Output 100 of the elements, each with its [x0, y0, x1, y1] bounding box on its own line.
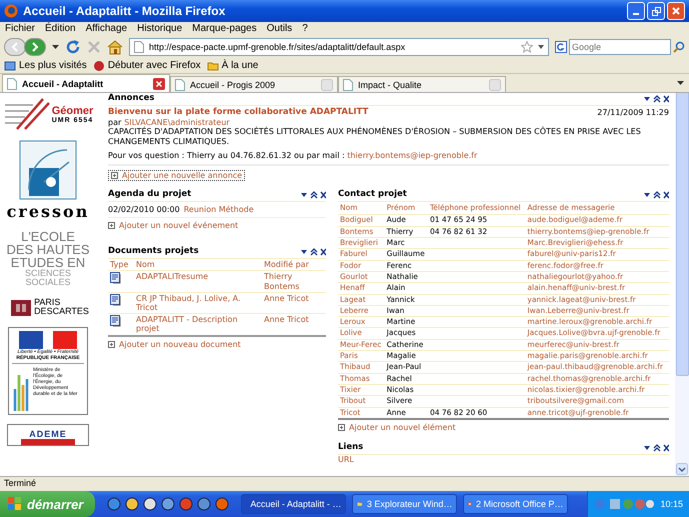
- plus-box-icon: [108, 222, 115, 230]
- announcement-text: CAPACITÉS D'ADAPTATION DES SOCIÉTÉS LITTORALES AUX PHÉNOMÈNES D'ÉROSION – SUBMERSION DES CÔTES EN PRISE AVEC LES CHANGEMENTS CLIMATIQUES.: [108, 126, 642, 147]
- logo-text: cresson: [6, 202, 90, 221]
- add-link[interactable]: Ajouter un nouvel élément: [338, 422, 456, 432]
- minimize-button[interactable]: [627, 2, 645, 20]
- search-icon[interactable]: [673, 41, 685, 53]
- menu-item[interactable]: Outils: [266, 23, 292, 35]
- quick-launch-icon[interactable]: [143, 497, 158, 511]
- bookmark-link[interactable]: Débuter avec Firefox: [92, 60, 201, 72]
- document-icon[interactable]: [110, 272, 122, 284]
- logo-text: SOCIALES: [25, 278, 70, 287]
- menu-item[interactable]: Historique: [137, 23, 182, 35]
- bookmark-folder-icon: [4, 60, 16, 72]
- document-link[interactable]: ADAPTALITT - Description projet: [136, 315, 260, 334]
- document-link[interactable]: CR JP Thibaud, J. Lolive, A. Tricot: [136, 294, 260, 312]
- add-link[interactable]: Ajouter une nouvelle annonce: [108, 170, 246, 182]
- document-icon[interactable]: [110, 294, 122, 306]
- search-field[interactable]: Google: [569, 39, 671, 55]
- table-cell: Anne Tricot: [262, 314, 326, 336]
- close-button[interactable]: [667, 2, 685, 20]
- circle-icon: [92, 60, 105, 72]
- bookmark-link[interactable]: À la une: [206, 60, 258, 72]
- window-title: Accueil - Adaptalitt - Mozilla Firefox: [23, 4, 226, 18]
- windows-logo-icon: [8, 497, 22, 511]
- back-button[interactable]: [4, 38, 26, 56]
- logo-text: DES HAUTES: [6, 243, 90, 256]
- logo-text: L'ECOLE: [21, 230, 75, 243]
- document-icon[interactable]: [110, 315, 122, 328]
- start-button[interactable]: démarrer: [0, 491, 96, 517]
- scroll-down-icon[interactable]: [676, 463, 688, 475]
- table-cell: Anne Tricot: [262, 292, 326, 314]
- taskbar-button[interactable]: 3 Explorateur Wind…: [352, 494, 458, 514]
- logo-text: ETUDES EN: [10, 256, 86, 269]
- scrollbar[interactable]: [675, 93, 689, 476]
- announcement-title[interactable]: Bienvenu sur la plate forme collaborative ADAPTALITT: [108, 108, 368, 118]
- restore-icon: [652, 6, 660, 16]
- search-engine-icon[interactable]: [555, 41, 567, 53]
- forward-button[interactable]: [24, 38, 46, 56]
- logo-text: ADEME: [29, 429, 67, 439]
- menu-item[interactable]: ?: [302, 23, 308, 35]
- logo-text: SCIENCES: [24, 269, 71, 278]
- column-header[interactable]: Nom: [134, 259, 262, 271]
- quick-launch-icon[interactable]: [197, 497, 212, 511]
- page-icon: [134, 41, 144, 53]
- table-cell: Thierry Bontems: [262, 270, 326, 292]
- web-part-menu-icons[interactable]: [643, 191, 669, 200]
- browser-tab[interactable]: Impact - Qualite: [338, 76, 506, 92]
- menu-item[interactable]: Affichage: [86, 23, 128, 35]
- clock: 10:15: [660, 499, 683, 509]
- section-title: Contact projet: [338, 190, 407, 200]
- menu-item[interactable]: Marque-pages: [192, 23, 257, 35]
- browser-tab[interactable]: Accueil - Progis 2009: [170, 76, 338, 92]
- byline-text: par: [108, 118, 122, 127]
- section-title: Documents projets: [108, 247, 199, 258]
- author-link[interactable]: SILVACANE\administrateur: [124, 118, 230, 127]
- column-header[interactable]: Modifié par: [262, 259, 326, 271]
- plus-box-icon: [338, 424, 345, 431]
- logo-text: Géomer: [52, 104, 94, 116]
- maximize-button[interactable]: [647, 2, 665, 20]
- dropdown-arrow-icon[interactable]: [52, 44, 59, 50]
- taskbar-button[interactable]: Accueil - Adaptalitt - …: [241, 494, 346, 514]
- web-part-menu-icons[interactable]: [643, 94, 669, 103]
- taskbar-button[interactable]: 2 Microsoft Office P…: [463, 494, 568, 514]
- add-link[interactable]: Ajouter un nouvel événement: [108, 221, 238, 230]
- menu-item[interactable]: Fichier: [5, 23, 36, 35]
- bookmark-link[interactable]: Les plus visités: [4, 60, 87, 72]
- section-title: Annonces: [108, 94, 154, 104]
- status-text: Terminé: [4, 478, 36, 488]
- menu-item[interactable]: Édition: [45, 23, 76, 35]
- column-header[interactable]: URL: [338, 454, 354, 464]
- quick-launch-icon[interactable]: [125, 497, 140, 511]
- address-field[interactable]: http://espace-pacte.upmf-grenoble.fr/sites/adaptalitt/default.aspx: [129, 38, 549, 56]
- plus-box-icon: [111, 172, 118, 179]
- logo-text: PARIS: [34, 298, 62, 307]
- web-part-menu-icons[interactable]: [300, 248, 326, 256]
- scroll-thumb[interactable]: [676, 93, 688, 376]
- plus-box-icon: [108, 340, 115, 348]
- event-date: 02/02/2010 00:00: [108, 204, 180, 214]
- reload-icon[interactable]: [65, 39, 81, 55]
- quick-launch-icon[interactable]: [161, 497, 176, 511]
- column-header[interactable]: Type: [108, 259, 134, 271]
- event-link[interactable]: Reunion Méthode: [184, 204, 254, 214]
- page-icon: [7, 78, 17, 90]
- page-icon: [175, 78, 185, 90]
- document-link[interactable]: ADAPTALITresume: [136, 272, 260, 282]
- add-link[interactable]: Ajouter un nouveau document: [108, 340, 241, 349]
- tray-icons-drawing: [594, 497, 654, 511]
- section-title: Agenda du projet: [108, 190, 192, 200]
- web-part-menu-icons[interactable]: [643, 444, 669, 452]
- logo-text: DESCARTES: [34, 307, 89, 316]
- web-part-menu-icons[interactable]: [300, 191, 326, 200]
- email-link[interactable]: thierry.bontems@iep-grenoble.fr: [347, 150, 478, 160]
- browser-tab[interactable]: Accueil - Adaptalitt: [2, 74, 170, 92]
- dropdown-arrow-icon[interactable]: [538, 45, 544, 49]
- tab-list-icon[interactable]: [677, 81, 684, 86]
- section-title: Liens: [338, 443, 364, 453]
- announcement-date: 27/11/2009 11:29: [597, 108, 669, 118]
- tab-close-icon[interactable]: [153, 78, 165, 90]
- home-icon[interactable]: [107, 39, 123, 55]
- star-icon[interactable]: [521, 41, 533, 53]
